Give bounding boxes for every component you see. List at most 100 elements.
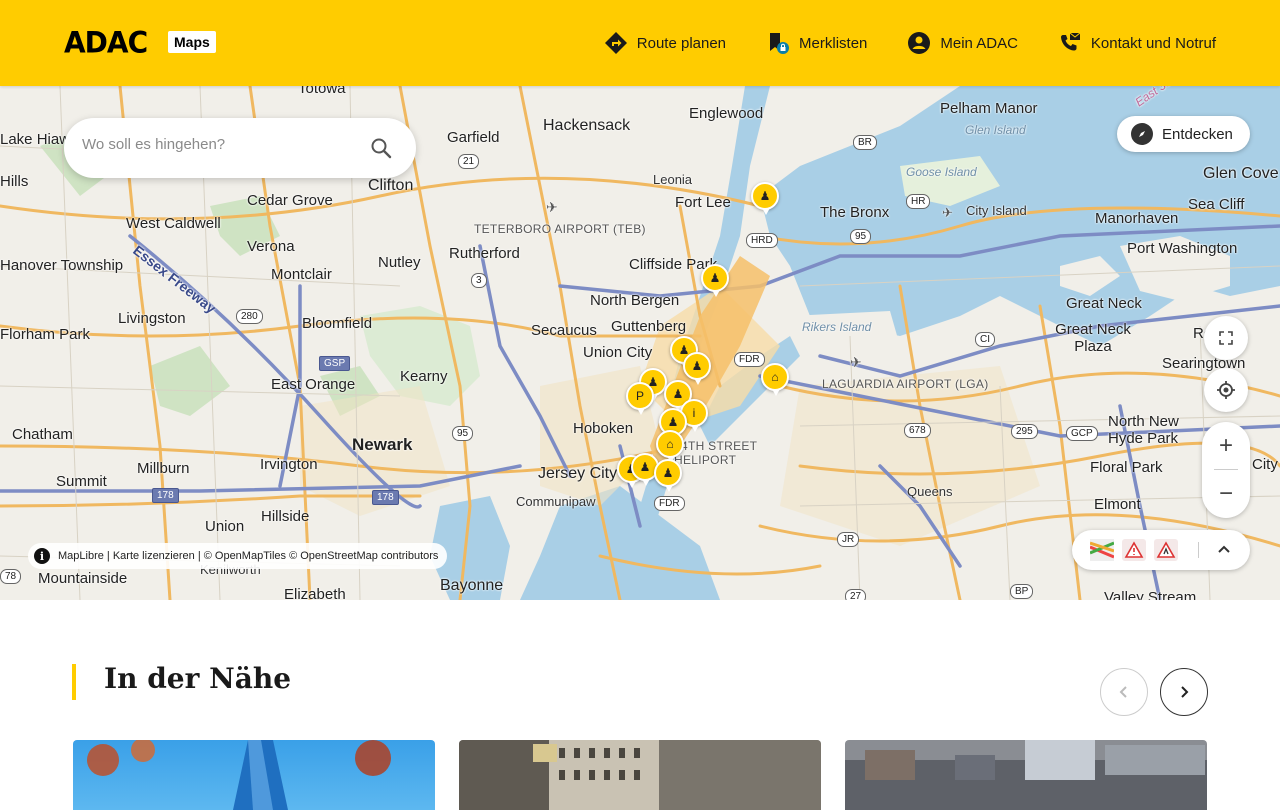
road-shield: 280: [236, 309, 263, 324]
main-nav: Route planen Merklisten Mein ADAC Kontak…: [564, 28, 1216, 58]
map-label-glen-cove: Glen Cove: [1203, 165, 1279, 182]
map-label-irvington: Irvington: [260, 456, 318, 473]
info-icon[interactable]: i: [34, 548, 50, 564]
map-label-port-washington: Port Washington: [1127, 240, 1238, 257]
map-label-hanover-township: Hanover Township: [0, 257, 124, 274]
explore-button[interactable]: Entdecken: [1117, 116, 1250, 152]
map-label-north-new-hyde-park: North New Hyde Park: [1108, 413, 1179, 447]
map-label-glen-island: Glen Island: [965, 123, 1026, 137]
nav-merklisten[interactable]: Merklisten: [766, 28, 867, 58]
poi-marker-monument[interactable]: ♟: [683, 352, 711, 385]
road-shield: CI: [975, 332, 995, 347]
nav-route-planen[interactable]: Route planen: [604, 28, 726, 58]
chevron-up-icon[interactable]: [1216, 542, 1232, 563]
map-label-englewood: Englewood: [689, 105, 764, 122]
search-box: [64, 118, 416, 178]
nav-route-planen-label: Route planen: [636, 34, 727, 52]
road-shield: BR: [853, 135, 877, 150]
zoom-in-button[interactable]: +: [1202, 422, 1250, 470]
map-label-mountainside: Mountainside: [38, 570, 128, 587]
map-label-east-orange: East Orange: [271, 376, 356, 393]
map-label-west-caldwell: West Caldwell: [126, 215, 221, 232]
road-shield: 178: [372, 490, 399, 505]
map-label-livingston: Livingston: [118, 310, 186, 327]
poi-marker-museum[interactable]: ⌂: [656, 430, 684, 463]
map-label-elmont: Elmont: [1094, 496, 1141, 513]
nav-kontakt-notruf[interactable]: Kontakt und Notruf: [1058, 28, 1216, 58]
road-shield: 178: [152, 488, 179, 503]
road-shield: 678: [904, 423, 931, 438]
section-accent-bar: [72, 664, 76, 700]
road-shield: JR: [837, 532, 860, 547]
road-shield: 78: [0, 569, 22, 584]
monument-icon: ♟: [672, 387, 684, 401]
search-input[interactable]: [82, 136, 362, 153]
map-label-kearny: Kearny: [400, 368, 448, 385]
section-title: In der Nähe: [104, 662, 292, 695]
map-label-clifton: Clifton: [368, 177, 414, 194]
road-shield: HRD: [746, 233, 778, 248]
map-label-pelham-manor: Pelham Manor: [940, 100, 1038, 117]
road-shield: 295: [1011, 424, 1038, 439]
map-label-fort-lee: Fort Lee: [675, 194, 731, 211]
map-label-rutherford: Rutherford: [449, 245, 520, 262]
layer-toggle-bar: [1072, 530, 1250, 570]
roadwork-warning-icon[interactable]: [1154, 539, 1178, 561]
fullscreen-icon: [1219, 331, 1233, 345]
monument-icon: ♟: [662, 466, 674, 480]
poi-marker-monument[interactable]: ♟: [751, 182, 779, 215]
monument-icon: ♟: [691, 359, 703, 373]
map-label-the-bronx: The Bronx: [820, 204, 890, 221]
map-label-bloomfield: Bloomfield: [302, 315, 373, 332]
road-shield: 27: [845, 589, 867, 600]
road-shield: 3: [471, 273, 487, 288]
carousel-prev-button[interactable]: [1100, 668, 1148, 716]
road-shield: FDR: [734, 352, 765, 367]
map-label-totowa: Totowa: [298, 86, 346, 97]
map-label-floral-park: Floral Park: [1090, 459, 1163, 476]
traffic-layer-icon[interactable]: [1089, 539, 1115, 561]
map-label-hackensack: Hackensack: [543, 117, 631, 134]
map-label-north-bergen: North Bergen: [590, 292, 680, 309]
incident-warning-icon[interactable]: [1122, 539, 1146, 561]
search-icon[interactable]: [370, 137, 392, 159]
map-label-secaucus: Secaucus: [531, 322, 597, 339]
road-shield: GSP: [319, 356, 351, 371]
map-label-goose-island: Goose Island: [906, 165, 977, 179]
poi-marker-parking[interactable]: P: [626, 382, 654, 415]
map-label-hoboken: Hoboken: [573, 420, 634, 437]
map-label-millburn: Millburn: [137, 460, 190, 477]
road-shield: 95: [850, 229, 872, 244]
account-icon: [908, 32, 931, 54]
map-label-newark: Newark: [352, 435, 413, 454]
fullscreen-button[interactable]: [1204, 316, 1248, 360]
chevron-left-icon: [1119, 686, 1127, 698]
museum-icon: ⌂: [666, 437, 674, 451]
map-label-great-neck-plaza: Great Neck Plaza: [1055, 321, 1131, 355]
map-label-laguardia-airport: LAGUARDIA AIRPORT (LGA): [822, 377, 989, 391]
nav-merklisten-label: Merklisten: [799, 34, 868, 52]
map-label-jersey-city: Jersey City: [538, 465, 618, 482]
map-label-city-island: City Island: [966, 203, 1027, 218]
zoom-out-button[interactable]: −: [1202, 470, 1250, 518]
map-label-valley-stream: Valley Stream: [1104, 589, 1197, 600]
map-label-garfield: Garfield: [447, 129, 500, 146]
map-attribution: i MapLibre | Karte lizenzieren | © OpenM…: [28, 543, 448, 569]
monument-icon: ♟: [639, 460, 651, 474]
poi-marker-monument[interactable]: ♟: [654, 459, 682, 492]
map-label-cedar-grove: Cedar Grove: [247, 192, 333, 209]
road-shield: GCP: [1066, 426, 1098, 441]
map-label-teterboro-airport: TETERBORO AIRPORT (TEB): [474, 222, 646, 236]
nav-mein-adac[interactable]: Mein ADAC: [907, 28, 1018, 58]
carousel-next-button[interactable]: [1160, 668, 1208, 716]
map-label-communipaw: Communipaw: [516, 494, 596, 509]
adac-logo[interactable]: ADAC: [64, 25, 148, 60]
map-label-chatham: Chatham: [12, 426, 73, 443]
explore-button-label: Entdecken: [1162, 125, 1233, 143]
poi-marker-museum[interactable]: ⌂: [761, 363, 789, 396]
locate-button[interactable]: [1204, 368, 1248, 412]
poi-marker-monument[interactable]: ♟: [701, 264, 729, 297]
airport-icon: ✈: [942, 205, 953, 220]
attribution-text[interactable]: MapLibre | Karte lizenzieren | © OpenMap…: [58, 550, 438, 562]
map-label-city: City: [1252, 456, 1278, 473]
